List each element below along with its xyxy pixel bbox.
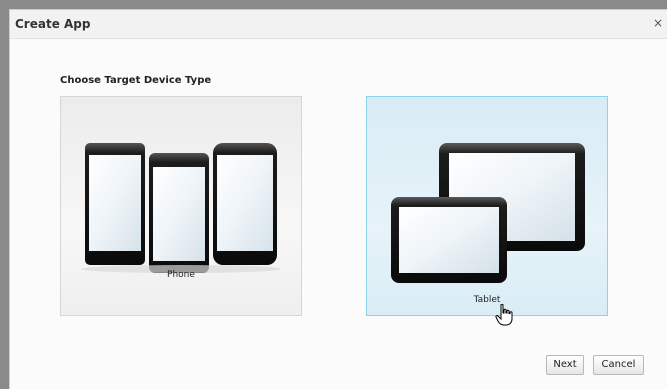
hand-cursor-icon xyxy=(495,304,513,326)
phones-icon xyxy=(81,143,281,273)
dialog-title: Create App xyxy=(15,17,91,31)
tablets-icon xyxy=(391,143,585,283)
close-icon[interactable]: × xyxy=(651,16,665,30)
next-button[interactable]: Next xyxy=(546,355,584,375)
device-type-heading: Choose Target Device Type xyxy=(60,75,212,86)
cancel-button[interactable]: Cancel xyxy=(593,355,644,375)
dialog-titlebar: Create App × xyxy=(10,10,667,39)
phone-option-label: Phone xyxy=(167,270,195,280)
phone-option-card[interactable]: Phone xyxy=(60,96,302,316)
tablet-option-card[interactable]: Tablet xyxy=(366,96,608,316)
tablet-option-label: Tablet xyxy=(473,295,501,305)
